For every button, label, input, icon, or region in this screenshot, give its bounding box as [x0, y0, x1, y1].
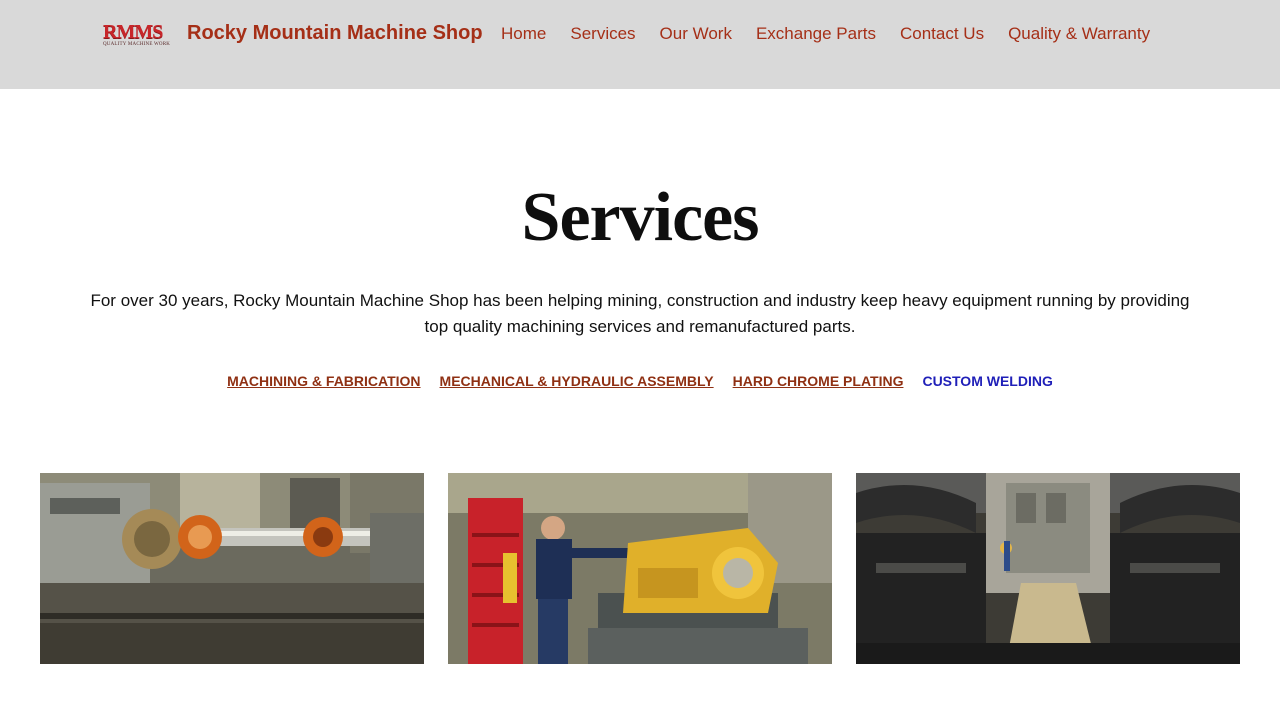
nav-contact-us[interactable]: Contact Us	[900, 24, 984, 44]
link-custom-welding[interactable]: CUSTOM WELDING	[922, 373, 1052, 389]
logo-text: RMMS	[103, 21, 163, 43]
company-logo[interactable]: RMMS QUALITY MACHINE WORK	[103, 21, 171, 48]
photo-machinist-assembly	[448, 473, 832, 664]
main-nav: Home Services Our Work Exchange Parts Co…	[501, 24, 1150, 44]
page-title: Services	[521, 179, 760, 256]
photo-plating-shop	[856, 473, 1240, 664]
intro-paragraph: For over 30 years, Rocky Mountain Machin…	[90, 291, 1190, 336]
logo-tagline: QUALITY MACHINE WORK	[103, 42, 171, 47]
link-hard-chrome-plating[interactable]: HARD CHROME PLATING	[733, 373, 904, 389]
link-machining-fabrication[interactable]: MACHINING & FABRICATION	[227, 373, 420, 389]
site-title-link[interactable]: Rocky Mountain Machine Shop	[187, 22, 483, 45]
nav-our-work[interactable]: Our Work	[660, 24, 732, 44]
nav-exchange-parts[interactable]: Exchange Parts	[756, 24, 876, 44]
link-mechanical-hydraulic-assembly[interactable]: MECHANICAL & HYDRAULIC ASSEMBLY	[440, 373, 714, 389]
site-header: RMMS QUALITY MACHINE WORK Rocky Mountain…	[0, 0, 1280, 89]
service-links: MACHINING & FABRICATION MECHANICAL & HYD…	[0, 373, 1280, 389]
nav-quality-warranty[interactable]: Quality & Warranty	[1008, 24, 1150, 44]
photo-lathe-machining	[40, 473, 424, 664]
nav-home[interactable]: Home	[501, 24, 546, 44]
nav-services[interactable]: Services	[570, 24, 635, 44]
